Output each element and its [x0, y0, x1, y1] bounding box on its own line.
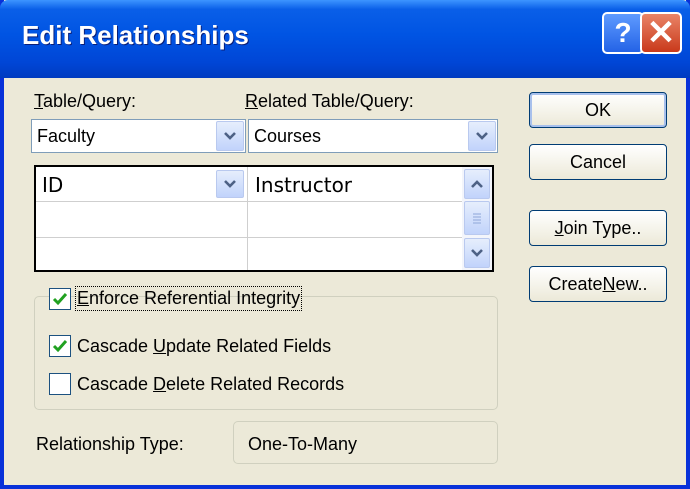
chevron-up-icon — [471, 180, 483, 188]
checkmark-icon — [52, 340, 68, 353]
title-bar[interactable]: Edit Relationships ? ✕ — [0, 0, 690, 78]
table-query-value: Faculty — [37, 126, 96, 146]
related-table-query-value: Courses — [254, 126, 322, 146]
create-new-button[interactable]: Create New.. — [529, 266, 667, 302]
grip-icon — [473, 213, 481, 224]
cascade-update-label[interactable]: Cascade Update Related Fields — [77, 336, 331, 357]
cascade-update-checkbox[interactable] — [49, 335, 71, 357]
help-icon: ? — [614, 17, 632, 48]
chevron-down-icon[interactable] — [216, 170, 244, 198]
grid-cell-left[interactable]: ID — [42, 173, 63, 197]
scroll-thumb[interactable] — [464, 201, 490, 235]
related-table-query-select[interactable]: Courses — [248, 119, 498, 153]
dialog-title: Edit Relationships — [22, 20, 249, 50]
relationship-type-value: One-To-Many — [248, 434, 358, 454]
table-query-select[interactable]: Faculty — [31, 119, 246, 153]
join-type-button[interactable]: Join Type.. — [529, 210, 667, 246]
scroll-down-button[interactable] — [464, 238, 490, 268]
cascade-delete-label[interactable]: Cascade Delete Related Records — [77, 374, 344, 395]
cascade-delete-checkbox[interactable] — [49, 373, 71, 395]
table-query-label: Table/Query: — [34, 91, 137, 111]
ok-button[interactable]: OK — [529, 92, 667, 128]
enforce-integrity-label[interactable]: Enforce Referential Integrity — [74, 286, 303, 311]
close-button[interactable]: ✕ — [640, 12, 682, 54]
relationship-type-label: Relationship Type: — [36, 434, 184, 454]
checkmark-icon — [52, 293, 68, 306]
relationship-type-box: One-To-Many — [233, 421, 498, 464]
cancel-button[interactable]: Cancel — [529, 144, 667, 180]
chevron-down-icon[interactable] — [216, 121, 244, 151]
grid-scrollbar[interactable] — [462, 167, 492, 270]
scroll-up-button[interactable] — [464, 169, 490, 199]
grid-row-divider — [36, 201, 464, 202]
grid-row-divider — [36, 237, 464, 238]
grid-column-divider — [247, 167, 248, 270]
enforce-integrity-checkbox[interactable] — [49, 288, 71, 310]
grid-cell-right[interactable]: Instructor — [255, 173, 352, 197]
chevron-down-icon — [471, 249, 483, 257]
field-mapping-grid[interactable]: ID Instructor — [34, 165, 494, 272]
related-table-query-label: Related Table/Query: — [245, 91, 414, 111]
help-button[interactable]: ? — [602, 12, 644, 54]
close-icon: ✕ — [646, 14, 676, 52]
chevron-down-icon[interactable] — [468, 121, 496, 151]
